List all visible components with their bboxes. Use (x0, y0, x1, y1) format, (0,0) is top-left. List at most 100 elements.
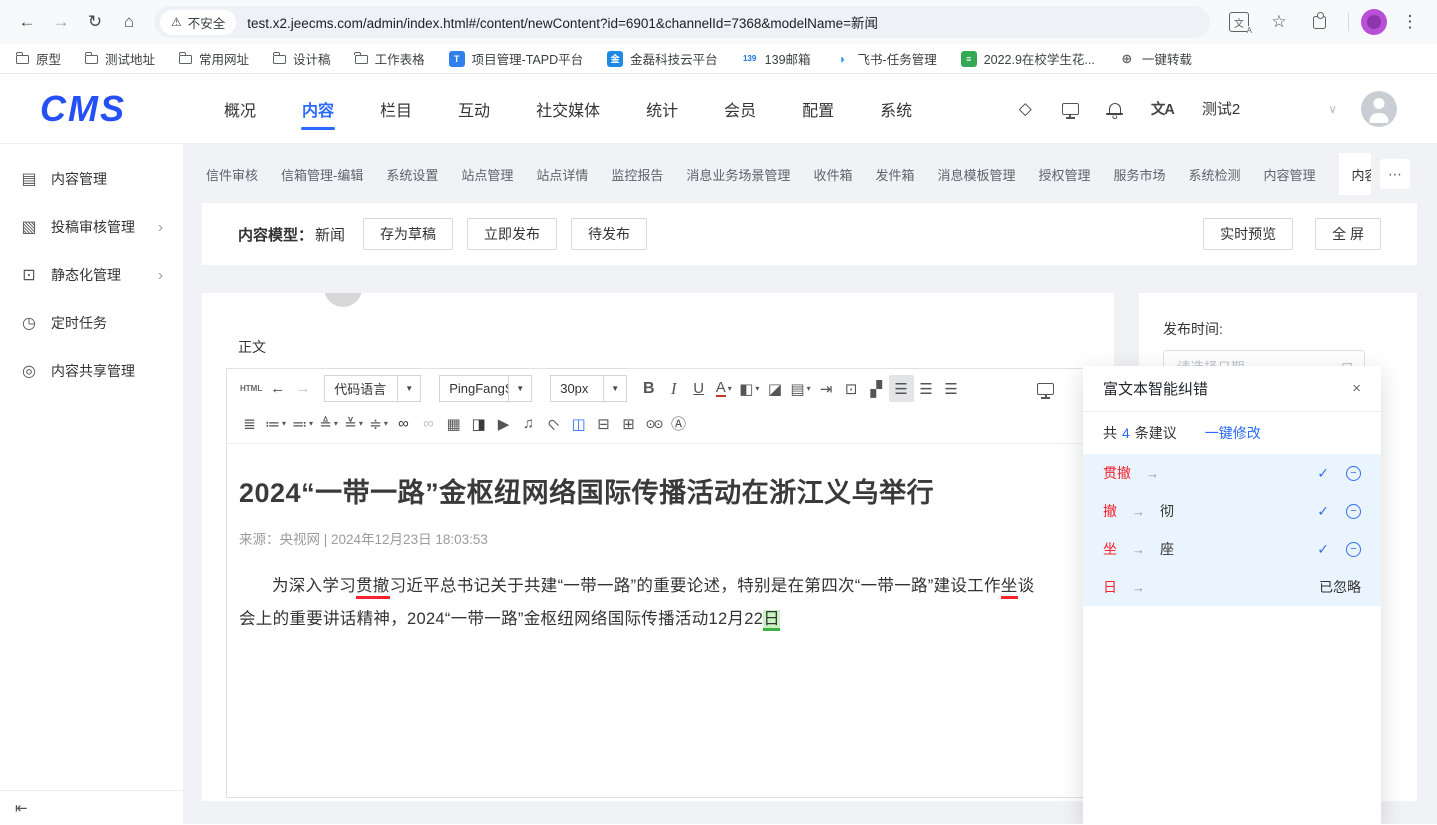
font-size-select[interactable]: 30px ▼ (550, 375, 627, 402)
undo-button[interactable]: ← (265, 375, 290, 402)
insert-audio-button[interactable]: ♫ (516, 410, 541, 437)
line-height-down-button[interactable]: ≚ ▾ (341, 410, 366, 437)
cms-logo[interactable]: CMS (40, 88, 126, 130)
browser-reload-icon[interactable]: ↻ (78, 5, 112, 39)
tab-item[interactable]: 系统检测 (1189, 165, 1241, 184)
indent-button[interactable]: ⇥ (814, 375, 839, 402)
editor-preview-button[interactable] (1033, 375, 1058, 402)
insert-image-button[interactable]: ▦ (441, 410, 466, 437)
browser-home-icon[interactable]: ⌂ (112, 5, 146, 39)
tab-item[interactable]: 监控报告 (611, 165, 663, 184)
suggestion-row[interactable]: 坐 → 座 ✓ − (1083, 530, 1381, 568)
tab-item[interactable]: 服务市场 (1114, 165, 1166, 184)
site-preview-icon[interactable] (1062, 103, 1079, 115)
tab-item[interactable]: 系统设置 (386, 165, 438, 184)
tab-item[interactable]: 信箱管理-编辑 (281, 165, 363, 184)
bookmark-item[interactable]: 设计稿 (273, 49, 331, 68)
address-bar[interactable]: ⚠ 不安全 test.x2.jeecms.com/admin/index.htm… (154, 6, 1210, 38)
sidebar-item-submission-review[interactable]: ▧ 投稿审核管理 › (0, 203, 183, 251)
pending-publish-button[interactable]: 待发布 (571, 218, 647, 250)
error-word-highlighted[interactable]: 日 (763, 610, 780, 631)
align-right-button[interactable]: ☰ (939, 375, 964, 402)
browser-back-icon[interactable]: ← (10, 5, 44, 39)
tab-item[interactable]: 收件箱 (813, 165, 852, 184)
ignore-minus-icon[interactable]: − (1346, 466, 1361, 481)
live-preview-button[interactable]: 实时预览 (1203, 218, 1293, 250)
nav-content[interactable]: 内容 (302, 74, 334, 143)
align-left-button[interactable]: ☰ (889, 375, 914, 402)
find-text-button[interactable]: Ⓐ (666, 410, 691, 437)
bookmark-item[interactable]: 常用网址 (179, 49, 249, 68)
insert-table-button[interactable]: ⊞ (616, 410, 641, 437)
bookmark-item[interactable]: 139139邮箱 (742, 49, 811, 68)
nav-statistics[interactable]: 统计 (646, 74, 678, 143)
bookmark-star-icon[interactable]: ☆ (1262, 5, 1296, 39)
format-clean-button[interactable]: ▞ (864, 375, 889, 402)
editor-content-area[interactable]: 2024“一带一路”金枢纽网络国际传播活动在浙江义乌举行 来源：央视网 | 20… (227, 444, 1084, 636)
clean-cache-icon[interactable]: ◇ (1019, 99, 1032, 119)
nav-interaction[interactable]: 互动 (458, 74, 490, 143)
nav-social-media[interactable]: 社交媒体 (536, 74, 600, 143)
error-word-underlined[interactable]: 坐 (1001, 577, 1018, 599)
sidebar-item-content-management[interactable]: ▤ 内容管理 (0, 155, 183, 203)
bold-button[interactable]: B (636, 375, 661, 402)
bookmark-item[interactable]: 金金磊科技云平台 (607, 49, 718, 68)
nav-config[interactable]: 配置 (802, 74, 834, 143)
nav-overview[interactable]: 概况 (224, 74, 256, 143)
browser-profile-avatar[interactable] (1361, 9, 1387, 35)
language-switch-icon[interactable]: 文A (1151, 98, 1174, 119)
security-chip[interactable]: ⚠ 不安全 (160, 10, 236, 35)
tab-item[interactable]: 消息模板管理 (937, 165, 1015, 184)
accept-check-icon[interactable]: ✓ (1317, 541, 1329, 558)
find-replace-button[interactable]: ⊙⊙ (641, 410, 666, 437)
sidebar-item-content-sharing[interactable]: ◎ 内容共享管理 (0, 347, 183, 395)
translate-page-icon[interactable]: 文A (1222, 5, 1256, 39)
fullscreen-button[interactable]: 全 屏 (1315, 218, 1381, 250)
suggestion-row[interactable]: 撤 → 彻 ✓ − (1083, 492, 1381, 530)
more-tabs-button[interactable]: ⋯ (1380, 159, 1410, 189)
bookmark-item[interactable]: 测试地址 (85, 49, 155, 68)
close-panel-icon[interactable]: × (1352, 380, 1361, 397)
paste-text-button[interactable]: ⊡ (839, 375, 864, 402)
page-break-button[interactable]: ⊟ (591, 410, 616, 437)
ignore-minus-icon[interactable]: − (1346, 504, 1361, 519)
redo-button[interactable]: → (290, 375, 315, 402)
accept-check-icon[interactable]: ✓ (1317, 503, 1329, 520)
code-language-select[interactable]: 代码语言 ▼ (324, 375, 421, 402)
suggestion-row[interactable]: 贯撤 → ✓ − (1083, 454, 1381, 492)
user-avatar[interactable] (1361, 91, 1397, 127)
image-upload-button[interactable]: ◨ (466, 410, 491, 437)
tab-content-detail-active[interactable]: 内容详情 × (1339, 153, 1371, 195)
line-height-up-button[interactable]: ≜ ▾ (316, 410, 341, 437)
site-chevron-down-icon[interactable]: ∨ (1328, 102, 1337, 116)
tab-item[interactable]: 授权管理 (1038, 165, 1090, 184)
current-site-name[interactable]: 测试2 (1202, 98, 1240, 119)
justify-button[interactable]: ≣ (237, 410, 262, 437)
fix-all-link[interactable]: 一键修改 (1205, 423, 1261, 443)
publish-now-button[interactable]: 立即发布 (467, 218, 557, 250)
tab-item[interactable]: 内容管理 (1264, 165, 1316, 184)
attachment-button[interactable]: ⊂ (541, 410, 566, 437)
bookmark-item[interactable]: ◗飞书-任务管理 (835, 49, 937, 68)
underline-button[interactable]: U (686, 375, 711, 402)
nav-members[interactable]: 会员 (724, 74, 756, 143)
bookmark-item[interactable]: ≡2022.9在校学生花... (961, 49, 1095, 68)
ignore-minus-icon[interactable]: − (1346, 542, 1361, 557)
insert-video-button[interactable]: ▶ (491, 410, 516, 437)
bookmark-item[interactable]: T项目管理-TAPD平台 (449, 49, 584, 68)
error-word-underlined[interactable]: 贯撤 (356, 577, 390, 599)
word-image-button[interactable]: ◫ (566, 410, 591, 437)
nav-channel[interactable]: 栏目 (380, 74, 412, 143)
remove-link-button[interactable]: ∞ (416, 410, 441, 437)
bookmark-item[interactable]: ⊕一键转载 (1119, 49, 1192, 68)
paragraph-spacing-button[interactable]: ≑ ▾ (366, 410, 391, 437)
bookmark-item[interactable]: 工作表格 (355, 49, 425, 68)
tab-item[interactable]: 消息业务场景管理 (686, 165, 790, 184)
unordered-list-button[interactable]: ≕ ▾ (289, 410, 316, 437)
bg-color-button[interactable]: ◧ ▾ (736, 375, 762, 402)
insert-link-button[interactable]: ∞ (391, 410, 416, 437)
sidebar-item-static-management[interactable]: ⊡ 静态化管理 › (0, 251, 183, 299)
tab-item[interactable]: 发件箱 (875, 165, 914, 184)
italic-button[interactable]: I (661, 375, 686, 402)
tab-item[interactable]: 站点详情 (536, 165, 588, 184)
